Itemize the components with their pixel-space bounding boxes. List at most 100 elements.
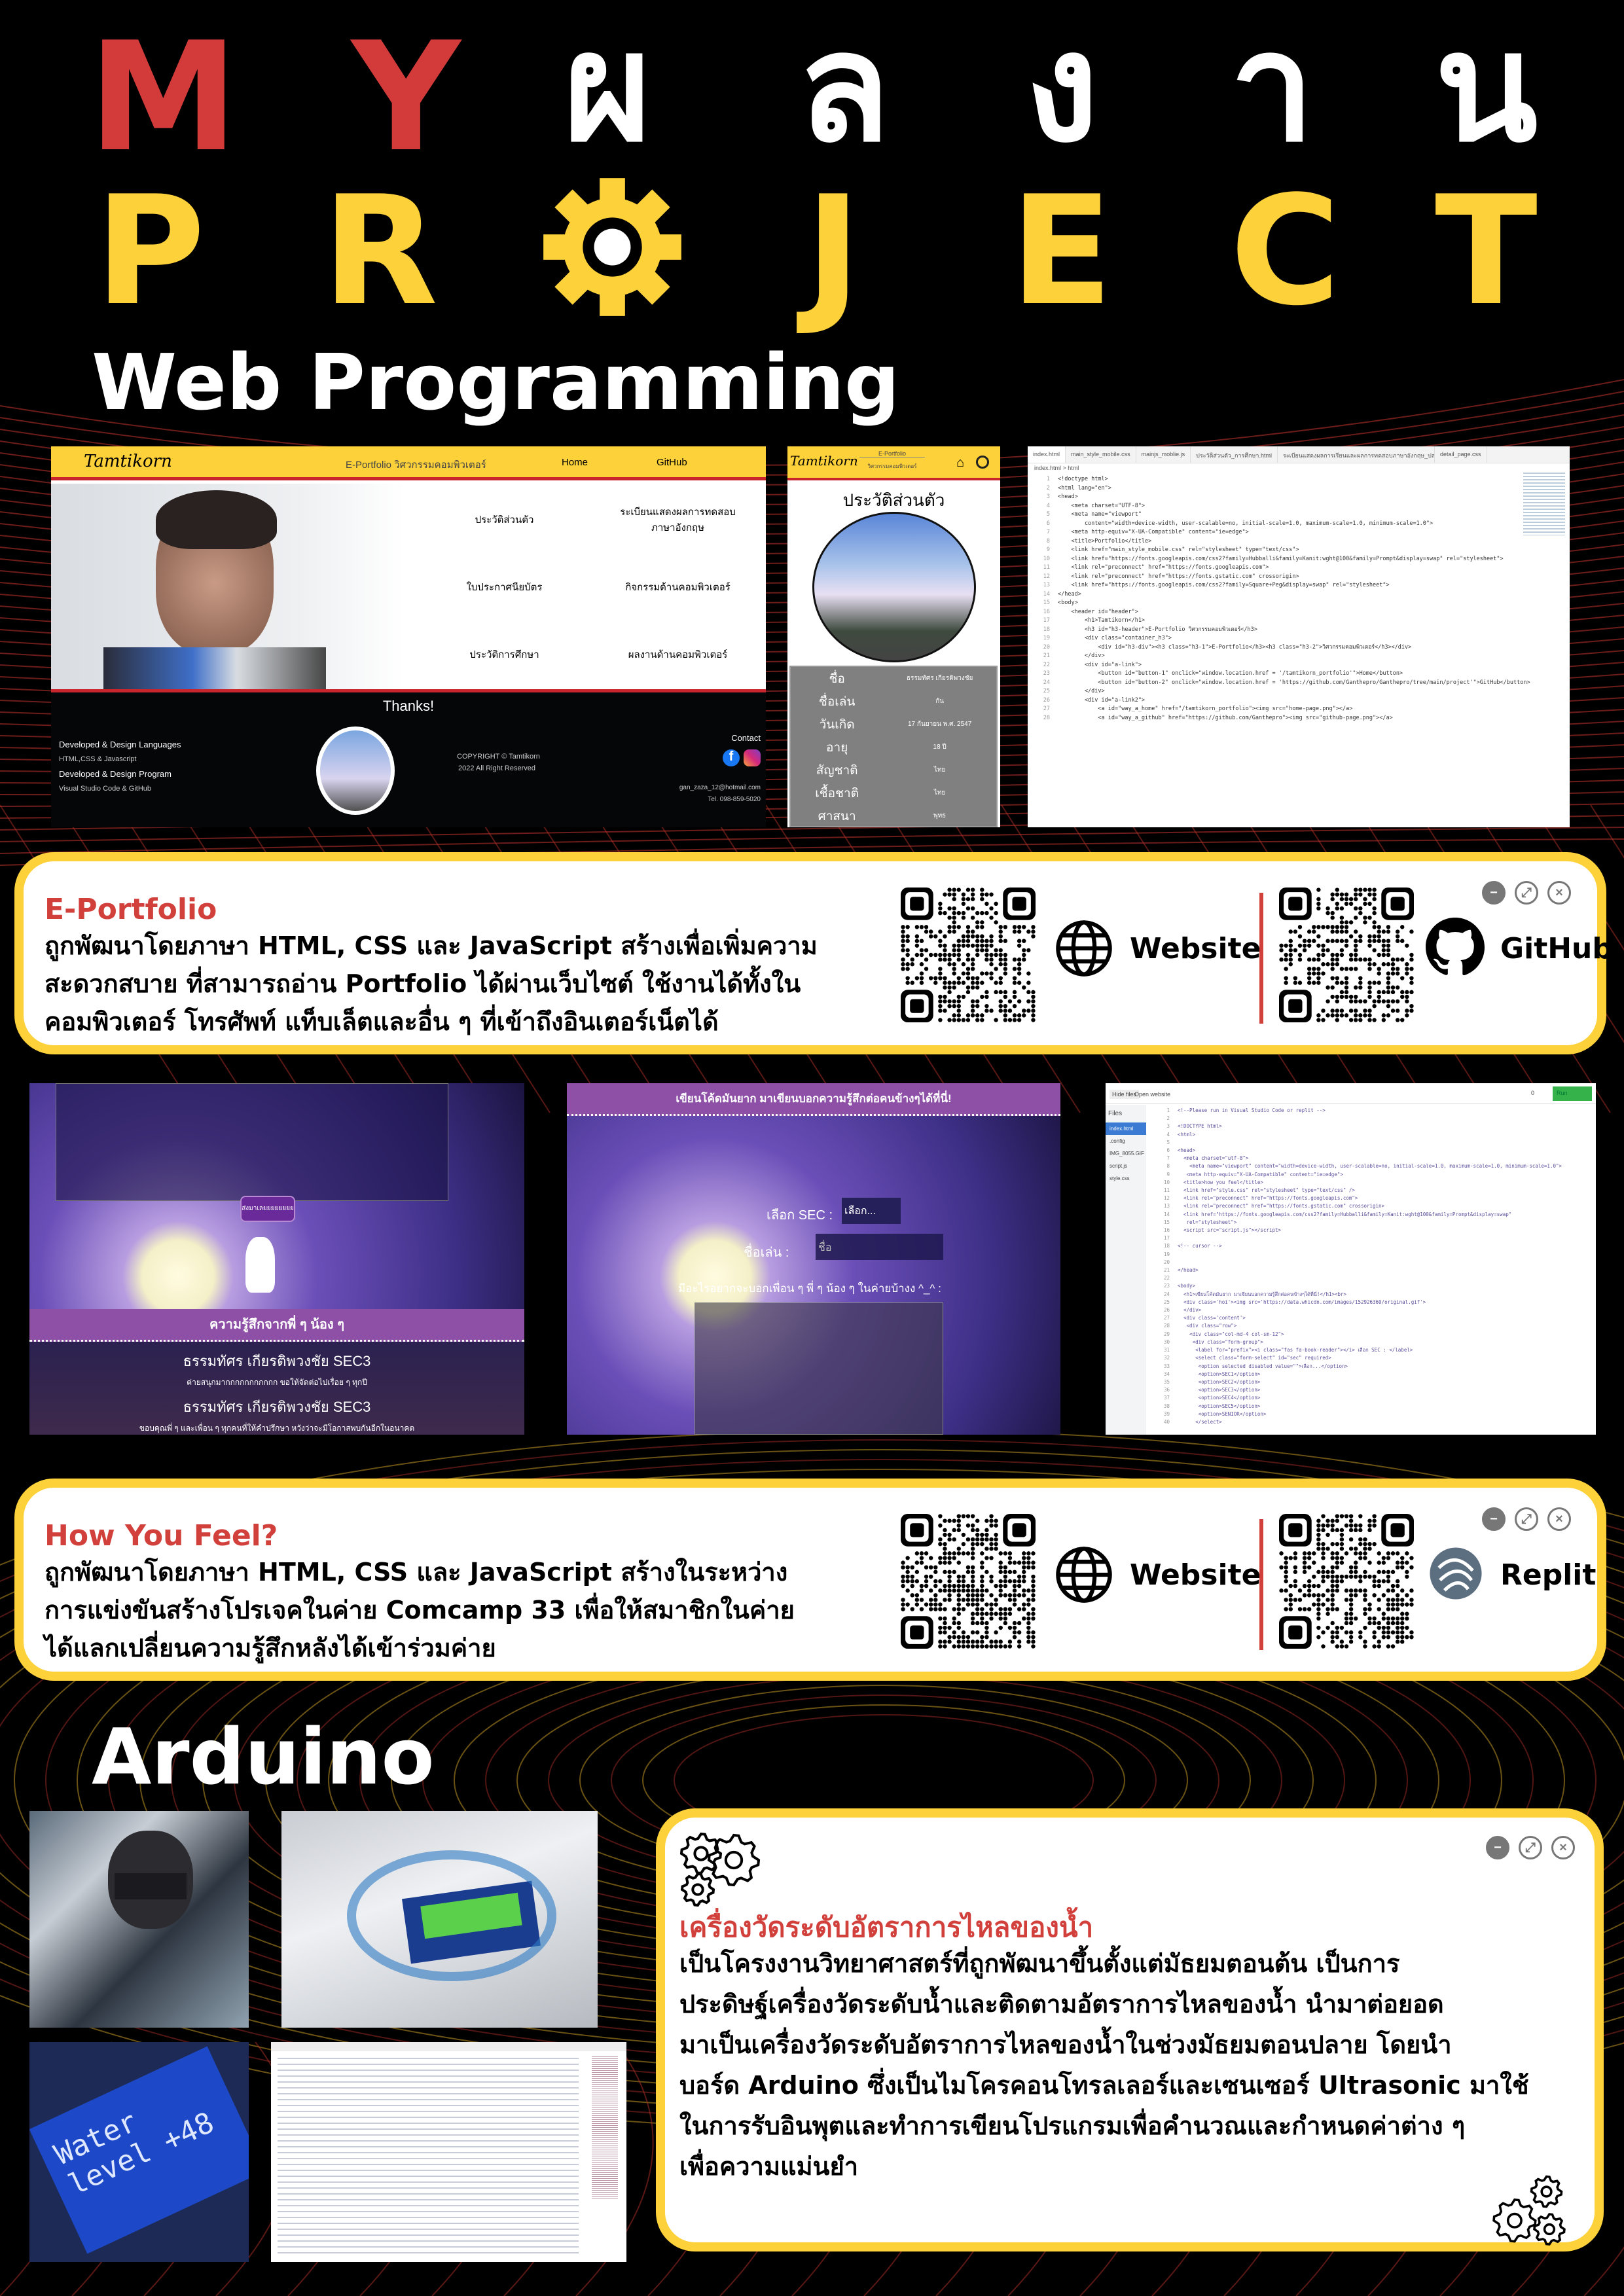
copyright-year: 2022 All Right Reserved <box>458 764 536 772</box>
code-line: 28 <div class="row"> <box>1163 1323 1237 1329</box>
expand-icon[interactable]: ⤢ <box>1519 1836 1542 1859</box>
card-description: ถูกพัฒนาโดยภาษา HTML, CSS และ JavaScript… <box>45 1553 795 1667</box>
send-button[interactable]: ส่งมาเลยยยยยยยย <box>240 1196 295 1222</box>
sec-select[interactable]: เลือก... <box>842 1198 901 1224</box>
editor-tab[interactable]: detail_page.css <box>1435 446 1487 463</box>
close-icon[interactable]: × <box>1547 1507 1571 1531</box>
eportfolio-card: − ⤢ × E-Portfolio ถูกพัฒนาโดยภาษา HTML, CS… <box>14 852 1613 1054</box>
profile-row: สัญชาติ ไทย <box>791 759 996 781</box>
profile-field-value: 17 กันยายน พ.ศ. 2547 <box>908 721 972 728</box>
window-controls: − ⤢ × <box>1482 881 1571 905</box>
editor-tab[interactable]: index.html <box>1028 446 1066 463</box>
footer-avatar <box>316 726 395 815</box>
code-area: 1 <!--Please run in Visual Studio Code or… <box>1147 1107 1562 1426</box>
card-description: ถูกพัฒนาโดยภาษา HTML, CSS และ JavaScript… <box>45 927 818 1041</box>
window-controls: − ⤢ × <box>1486 1836 1575 1859</box>
website-link[interactable]: Website <box>1130 932 1261 965</box>
facebook-icon[interactable]: f <box>723 749 740 766</box>
email[interactable]: gan_zaza_12@hotmail.com <box>679 784 761 791</box>
code-line: 40 </select> <box>1163 1418 1222 1425</box>
website-qr-code[interactable] <box>901 888 1036 1022</box>
editor-tab[interactable]: ระเบียนแสดงผลการเรียนและผลการทดสอบภาษาอั… <box>1278 446 1435 463</box>
feed-entry-message: ขอบคุณพี่ ๆ และเพื่อน ๆ ทุกคนที่ให้คำปรึ… <box>139 1424 415 1433</box>
nav-home[interactable]: Home <box>562 457 588 468</box>
site-header: Tamtikorn E-Portfolio วิศวกรรมคอมพิวเตอร… <box>51 446 766 480</box>
file-item[interactable]: IMG_8055.GIF <box>1106 1147 1146 1160</box>
code-line: 2 <box>1166 1115 1170 1122</box>
file-tree: Files index.html .config IMG_8055.GIF scrip… <box>1106 1105 1146 1435</box>
menu-item[interactable]: กิจกรรมด้านคอมพิวเตอร์ <box>591 579 765 595</box>
profile-field-label: ศาสนา <box>818 809 856 823</box>
file-item[interactable]: .config <box>1106 1135 1146 1147</box>
home-icon[interactable]: ⌂ <box>956 456 964 471</box>
minimap <box>1523 473 1565 535</box>
feed-entry-name: ธรรมทัศร เกียรติพวงชัย SEC3 <box>183 1353 371 1369</box>
website-qr-code[interactable] <box>901 1514 1036 1649</box>
profile-row: เชื้อชาติ ไทย <box>791 781 996 804</box>
code-line: 25 <div class='hoi'><img src='https://da… <box>1163 1299 1426 1305</box>
title-letter: R <box>322 164 439 339</box>
code-line: 6 <head> <box>1166 1147 1196 1154</box>
replit-link[interactable]: Replit <box>1500 1558 1596 1592</box>
code-line: 11 <link href="style.css" rel="styleshee… <box>1163 1187 1355 1194</box>
run-button[interactable]: Run <box>1553 1086 1592 1101</box>
portfolio-desktop-screenshot: Tamtikorn E-Portfolio วิศวกรรมคอมพิวเตอร… <box>51 446 766 827</box>
site-footer: Thanks! Developed & Design Languages HTM… <box>51 689 766 827</box>
minimize-icon[interactable]: − <box>1482 881 1506 905</box>
minimize-icon[interactable]: − <box>1486 1836 1509 1859</box>
feed-entry-message: ค่ายสนุกมากกกกกกกกกกก ขอให้จัดต่อไปเรื่อ… <box>187 1378 367 1387</box>
portfolio-mobile-screenshot: Tamtikorn E-Portfolio วิศวกรรมคอมพิวเตอร… <box>787 446 1000 827</box>
mobile-subtitle: วิศวกรรมคอมพิวเตอร์ <box>867 463 917 469</box>
github-link[interactable]: GitHub <box>1500 932 1613 965</box>
minimize-icon[interactable]: − <box>1482 1507 1506 1531</box>
card-description: เป็นโครงงานวิทยาศาสตร์ที่ถูกพัฒนาขึ้นตั้… <box>679 1943 1529 2187</box>
nav-github[interactable]: GitHub <box>657 457 687 468</box>
website-link[interactable]: Website <box>1130 1558 1261 1592</box>
description-line: เพื่อความแม่นยำ <box>679 2152 859 2181</box>
profile-field-label: วันเกิด <box>819 717 855 732</box>
github-icon[interactable] <box>976 456 989 469</box>
code-line: 18 <!-- cursor --> <box>1163 1243 1222 1249</box>
menu-item[interactable]: ระเบียนแสดงผลการทดสอบภาษาอังกฤษ <box>591 504 765 535</box>
profile-field-label: อายุ <box>826 740 848 755</box>
menu-item[interactable]: ใบประกาศนียบัตร <box>418 579 591 595</box>
file-item[interactable]: script.js <box>1106 1160 1146 1172</box>
message-textarea[interactable] <box>695 1302 943 1435</box>
code-line: 22 <box>1163 1275 1170 1282</box>
file-item[interactable]: index.html <box>1106 1122 1146 1135</box>
instagram-icon[interactable] <box>744 749 761 766</box>
menu-item[interactable]: ประวัติการศึกษา <box>418 647 591 662</box>
code-line: 14 <link href="https://fonts.googleapis.… <box>1163 1211 1512 1217</box>
file-item[interactable]: style.css <box>1106 1172 1146 1185</box>
title-letter: ง <box>1025 1 1099 175</box>
gears-icon <box>1492 2175 1566 2246</box>
code-line: 21 </div> <box>1043 653 1105 659</box>
profile-photo <box>51 484 405 693</box>
editor-tab[interactable]: ประวัติส่วนตัว_การศึกษา.html <box>1191 446 1278 463</box>
editor-tabs: index.html main_style_mobile.css mainjs_mo… <box>1028 446 1570 463</box>
editor-tab[interactable]: main_style_mobile.css <box>1066 446 1136 463</box>
arduino-photo-soldering <box>29 1811 249 2028</box>
editor-tab[interactable]: mainjs_moblie.js <box>1136 446 1191 463</box>
expand-icon[interactable]: ⤢ <box>1515 881 1538 905</box>
expand-icon[interactable]: ⤢ <box>1515 1507 1538 1531</box>
like-count[interactable]: 0 <box>1531 1090 1534 1096</box>
profile-field-label: สัญชาติ <box>816 763 858 778</box>
code-line: 7 <meta charset="utf-8"> <box>1166 1155 1249 1162</box>
replit-qr-code[interactable] <box>1279 1514 1414 1649</box>
card-title: E-Portfolio <box>45 893 217 926</box>
title-letter: T <box>1435 164 1538 339</box>
nickname-input[interactable]: ชื่อ <box>816 1234 943 1260</box>
code-line: 25 </div> <box>1043 688 1105 694</box>
open-website-button[interactable]: Open website <box>1134 1091 1170 1098</box>
code-line: 3 <head> <box>1046 493 1078 500</box>
close-icon[interactable]: × <box>1547 881 1571 905</box>
title-letter: Y <box>352 10 461 185</box>
close-icon[interactable]: × <box>1551 1836 1575 1859</box>
title-letter: M <box>88 10 238 185</box>
github-qr-code[interactable] <box>1279 888 1414 1022</box>
menu-item[interactable]: ประวัติส่วนตัว <box>418 512 591 528</box>
section-title-arduino: Arduino <box>92 1712 435 1802</box>
menu-item[interactable]: ผลงานด้านคอมพิวเตอร์ <box>591 647 765 662</box>
how-you-feel-form-screenshot: เขียนโค้ดมันยาก มาเขียนบอกความรู้สึกต่อค… <box>567 1083 1060 1435</box>
